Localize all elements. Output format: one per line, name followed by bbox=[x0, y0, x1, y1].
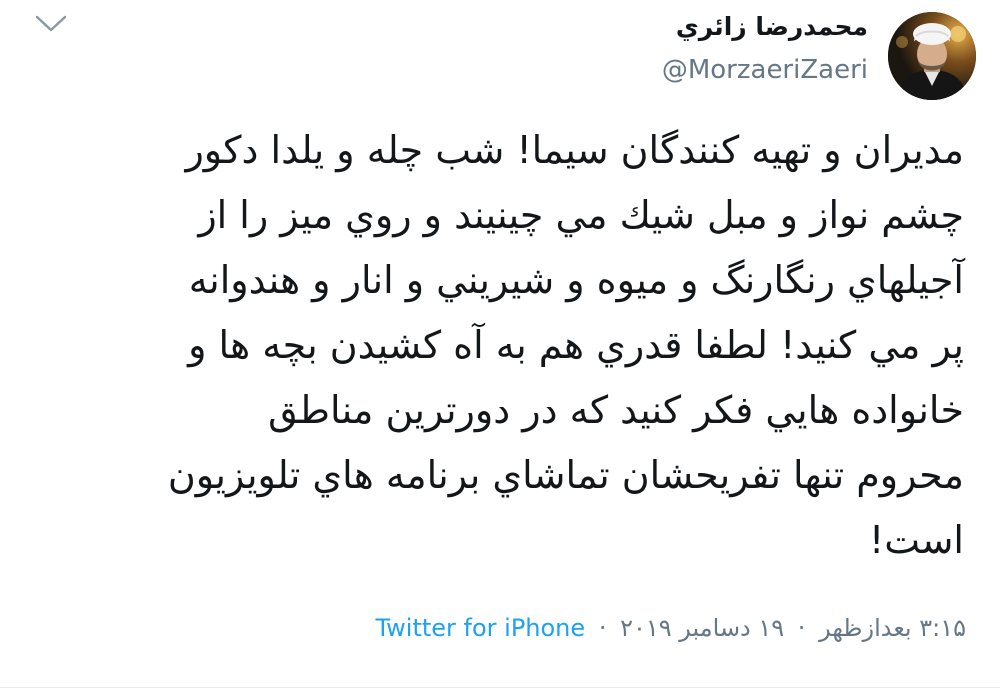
meta-separator: · bbox=[797, 614, 806, 642]
meta-separator: · bbox=[598, 614, 607, 642]
tweet-header: محمدرضا زائري @MorzaeriZaeri bbox=[0, 0, 1000, 110]
tweet-source-link[interactable]: Twitter for iPhone bbox=[375, 614, 585, 642]
chevron-down-icon[interactable] bbox=[34, 14, 68, 34]
tweet-text-line: است! bbox=[869, 518, 964, 562]
tweet-text-line: پر مي كنيد! لطفا قدري هم به آه كشيدن بچه… bbox=[188, 323, 964, 367]
author-handle[interactable]: @MorzaeriZaeri bbox=[662, 55, 868, 85]
tweet-date[interactable]: ۱۹ دسامبر ۲۰۱۹ bbox=[620, 614, 784, 642]
author-display-name[interactable]: محمدرضا زائري bbox=[676, 12, 868, 41]
tweet-text: مديران و تهيه كنندگان سيما! شب چله و يلد… bbox=[34, 118, 964, 573]
tweet-card: محمدرضا زائري @MorzaeriZaeri مديران و ته… bbox=[0, 0, 1000, 688]
tweet-meta: ۳:۱۵ بعدازظهر · ۱۹ دسامبر ۲۰۱۹ · Twitter… bbox=[375, 614, 966, 642]
avatar[interactable] bbox=[888, 12, 976, 100]
tweet-text-line: خانواده هايي فكر كنيد كه در دورترين مناط… bbox=[268, 388, 964, 432]
avatar-photo bbox=[888, 12, 976, 100]
tweet-text-line: آجيلهاي رنگارنگ و ميوه و شيريني و انار و… bbox=[188, 258, 964, 302]
tweet-time[interactable]: ۳:۱۵ بعدازظهر bbox=[819, 614, 966, 642]
tweet-text-line: محروم تنها تفريحشان تماشاي برنامه هاي تل… bbox=[167, 453, 964, 497]
tweet-text-line: مديران و تهيه كنندگان سيما! شب چله و يلد… bbox=[185, 128, 964, 172]
tweet-text-line: چشم نواز و مبل شيك مي چينيند و روي ميز ر… bbox=[198, 193, 964, 237]
